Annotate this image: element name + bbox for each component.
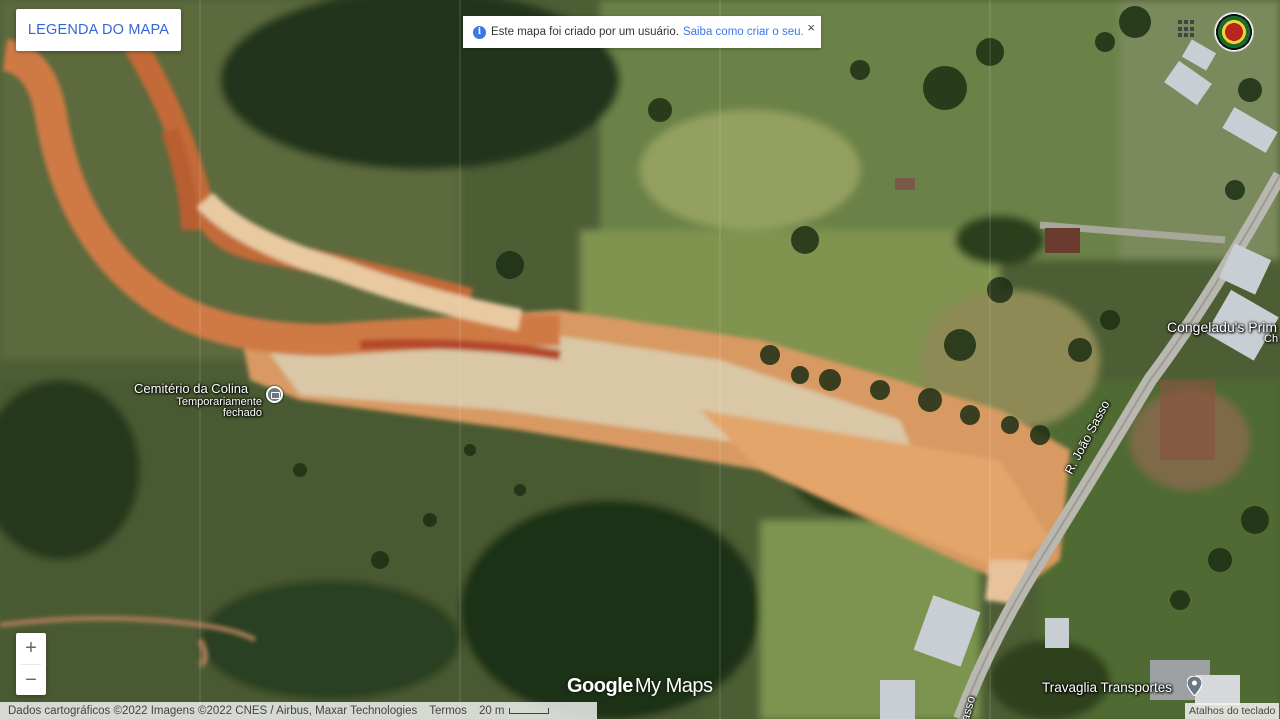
travaglia-label[interactable]: Travaglia Transportes [1042, 680, 1172, 695]
keyboard-shortcuts-link[interactable]: Atalhos do teclado [1185, 703, 1280, 719]
user-map-notice: i Este mapa foi criado por um usuário. S… [463, 16, 821, 48]
congelados-sub-label: Ch [1264, 333, 1279, 345]
map-legend-button[interactable]: LEGENDA DO MAPA [16, 9, 181, 51]
apps-grid-icon[interactable] [1178, 20, 1196, 38]
logo-mymaps: My Maps [634, 675, 713, 697]
scale-indicator[interactable]: 20 m [479, 705, 549, 717]
congelados-label[interactable]: Congeladu's Prim [1167, 319, 1277, 335]
zoom-out-button[interactable]: − [16, 665, 46, 696]
logo-google: Google [567, 675, 633, 697]
google-my-maps-logo: Google My Maps [567, 675, 713, 698]
scale-bar [508, 707, 549, 714]
terms-link[interactable]: Termos [429, 705, 467, 717]
satellite-map[interactable]: Cemitério da Colina Temporariamente fech… [0, 0, 1280, 719]
close-icon[interactable]: × [807, 20, 815, 35]
zoom-in-button[interactable]: + [16, 633, 46, 664]
map-pin-icon[interactable] [1187, 676, 1202, 696]
zoom-controls: + − [16, 633, 46, 695]
camera-icon[interactable] [266, 386, 283, 403]
attribution-text: Dados cartográficos ©2022 Imagens ©2022 … [8, 704, 418, 717]
info-icon: i [473, 25, 486, 39]
cemetery-status-line2: fechado [222, 407, 262, 419]
learn-create-link[interactable]: Saiba como criar o seu. [683, 26, 804, 38]
notice-text: Este mapa foi criado por um usuário. [491, 26, 679, 38]
satellite-imagery [0, 0, 1280, 719]
scale-label: 20 m [478, 704, 505, 717]
user-avatar[interactable] [1214, 12, 1254, 52]
attribution-bar: Dados cartográficos ©2022 Imagens ©2022 … [0, 702, 597, 719]
cemetery-label[interactable]: Cemitério da Colina [134, 381, 248, 396]
